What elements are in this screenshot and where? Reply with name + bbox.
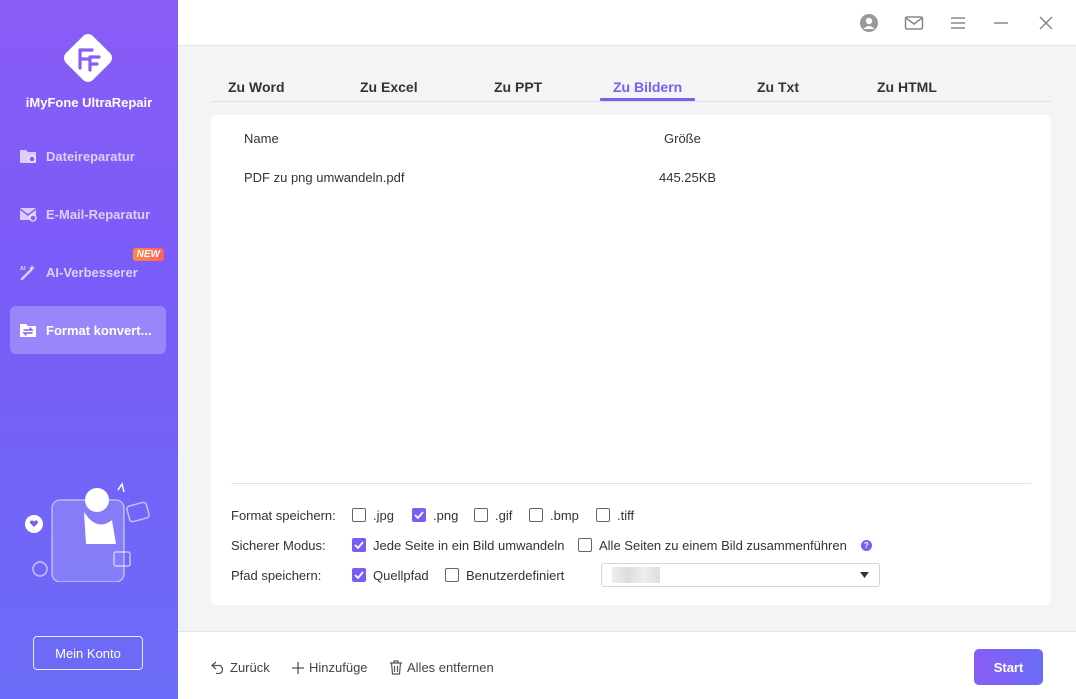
format-label: Format speichern: <box>231 507 336 523</box>
help-icon[interactable]: ? <box>860 539 872 551</box>
sidebar-item-label: E-Mail-Reparatur <box>46 206 151 222</box>
mail-icon[interactable] <box>904 13 924 33</box>
format-png-option[interactable]: .png <box>412 508 458 523</box>
ai-enhance-icon: AI <box>18 263 38 281</box>
tab-txt[interactable]: Zu Txt <box>757 79 799 95</box>
checkbox-checked[interactable] <box>352 568 366 582</box>
sidebar-item-file-repair[interactable]: Dateireparatur <box>10 132 166 180</box>
sidebar-item-ai-enhancer[interactable]: AI AI-Verbesserer NEW <box>10 248 166 296</box>
path-value-redacted <box>612 567 660 583</box>
app-name: iMyFone UltraRepair <box>25 95 153 110</box>
checkbox[interactable] <box>578 538 592 552</box>
menu-icon[interactable] <box>948 13 968 33</box>
format-tabs: Zu Word Zu Excel Zu PPT Zu Bildern Zu Tx… <box>211 70 1051 102</box>
tab-ppt[interactable]: Zu PPT <box>494 79 542 95</box>
account-button[interactable]: Mein Konto <box>33 636 143 670</box>
user-icon[interactable] <box>859 13 879 33</box>
app-logo-icon <box>60 30 116 86</box>
path-label: Pfad speichern: <box>231 567 322 583</box>
format-row: Format speichern: .jpg .png .gif .bmp .t… <box>231 505 1031 525</box>
sidebar-item-label: Format konvert... <box>46 322 152 338</box>
checkbox[interactable] <box>445 568 459 582</box>
chevron-down-icon <box>860 572 869 578</box>
title-bar <box>178 0 1076 46</box>
path-custom-option[interactable]: Benutzerdefiniert <box>445 568 564 583</box>
active-tab-indicator <box>600 98 695 101</box>
checkbox[interactable] <box>474 508 488 522</box>
format-gif-option[interactable]: .gif <box>474 508 512 523</box>
format-tiff-option[interactable]: .tiff <box>596 508 634 523</box>
close-icon[interactable] <box>1036 13 1056 33</box>
bottom-bar: Zurück Hinzufüge Alles entfernen Start <box>178 631 1076 699</box>
minimize-icon[interactable] <box>991 13 1011 33</box>
sidebar-item-email-repair[interactable]: E-Mail-Reparatur <box>10 190 166 238</box>
mode-each-page-option[interactable]: Jede Seite in ein Bild umwandeln <box>352 538 565 553</box>
divider <box>231 483 1031 484</box>
new-badge: NEW <box>132 248 164 261</box>
path-select[interactable] <box>601 563 880 587</box>
back-button[interactable]: Zurück <box>211 660 270 675</box>
mode-row: Sicherer Modus: Jede Seite in ein Bild u… <box>231 535 1031 555</box>
checkbox[interactable] <box>596 508 610 522</box>
illustration <box>22 482 156 583</box>
file-repair-icon <box>18 147 38 165</box>
path-source-option[interactable]: Quellpfad <box>352 568 429 583</box>
plus-icon <box>292 661 304 674</box>
sidebar-item-label: AI-Verbesserer <box>46 264 138 280</box>
tab-word[interactable]: Zu Word <box>228 79 285 95</box>
undo-icon <box>211 661 224 674</box>
mode-label: Sicherer Modus: <box>231 537 326 553</box>
conversion-panel: Name Größe PDF zu png umwandeln.pdf 445.… <box>211 115 1051 605</box>
file-name[interactable]: PDF zu png umwandeln.pdf <box>244 170 404 185</box>
remove-all-button[interactable]: Alles entfernen <box>389 660 494 675</box>
sidebar: iMyFone UltraRepair Dateireparatur E-Mai… <box>0 0 178 699</box>
add-button[interactable]: Hinzufüge <box>291 660 368 675</box>
sidebar-item-label: Dateireparatur <box>46 148 135 164</box>
checkbox-checked[interactable] <box>412 508 426 522</box>
check-icon <box>354 541 364 549</box>
column-header-size: Größe <box>664 131 701 146</box>
start-button[interactable]: Start <box>974 649 1043 685</box>
check-icon <box>354 571 364 579</box>
sidebar-item-format-convert[interactable]: Format konvert... <box>10 306 166 354</box>
checkbox[interactable] <box>352 508 366 522</box>
trash-icon <box>390 660 402 675</box>
path-row: Pfad speichern: Quellpfad Benutzerdefini… <box>231 563 1031 587</box>
tab-images[interactable]: Zu Bildern <box>613 79 682 95</box>
tab-html[interactable]: Zu HTML <box>877 79 937 95</box>
tab-excel[interactable]: Zu Excel <box>360 79 418 95</box>
email-repair-icon <box>18 205 38 223</box>
mode-merge-option[interactable]: Alle Seiten zu einem Bild zusammenführen… <box>578 538 872 553</box>
file-size: 445.25KB <box>659 170 717 185</box>
checkbox[interactable] <box>529 508 543 522</box>
format-convert-icon <box>18 321 38 339</box>
format-jpg-option[interactable]: .jpg <box>352 508 394 523</box>
format-bmp-option[interactable]: .bmp <box>529 508 579 523</box>
svg-text:AI: AI <box>20 266 26 272</box>
check-icon <box>414 511 424 519</box>
column-header-name: Name <box>244 131 279 146</box>
checkbox-checked[interactable] <box>352 538 366 552</box>
